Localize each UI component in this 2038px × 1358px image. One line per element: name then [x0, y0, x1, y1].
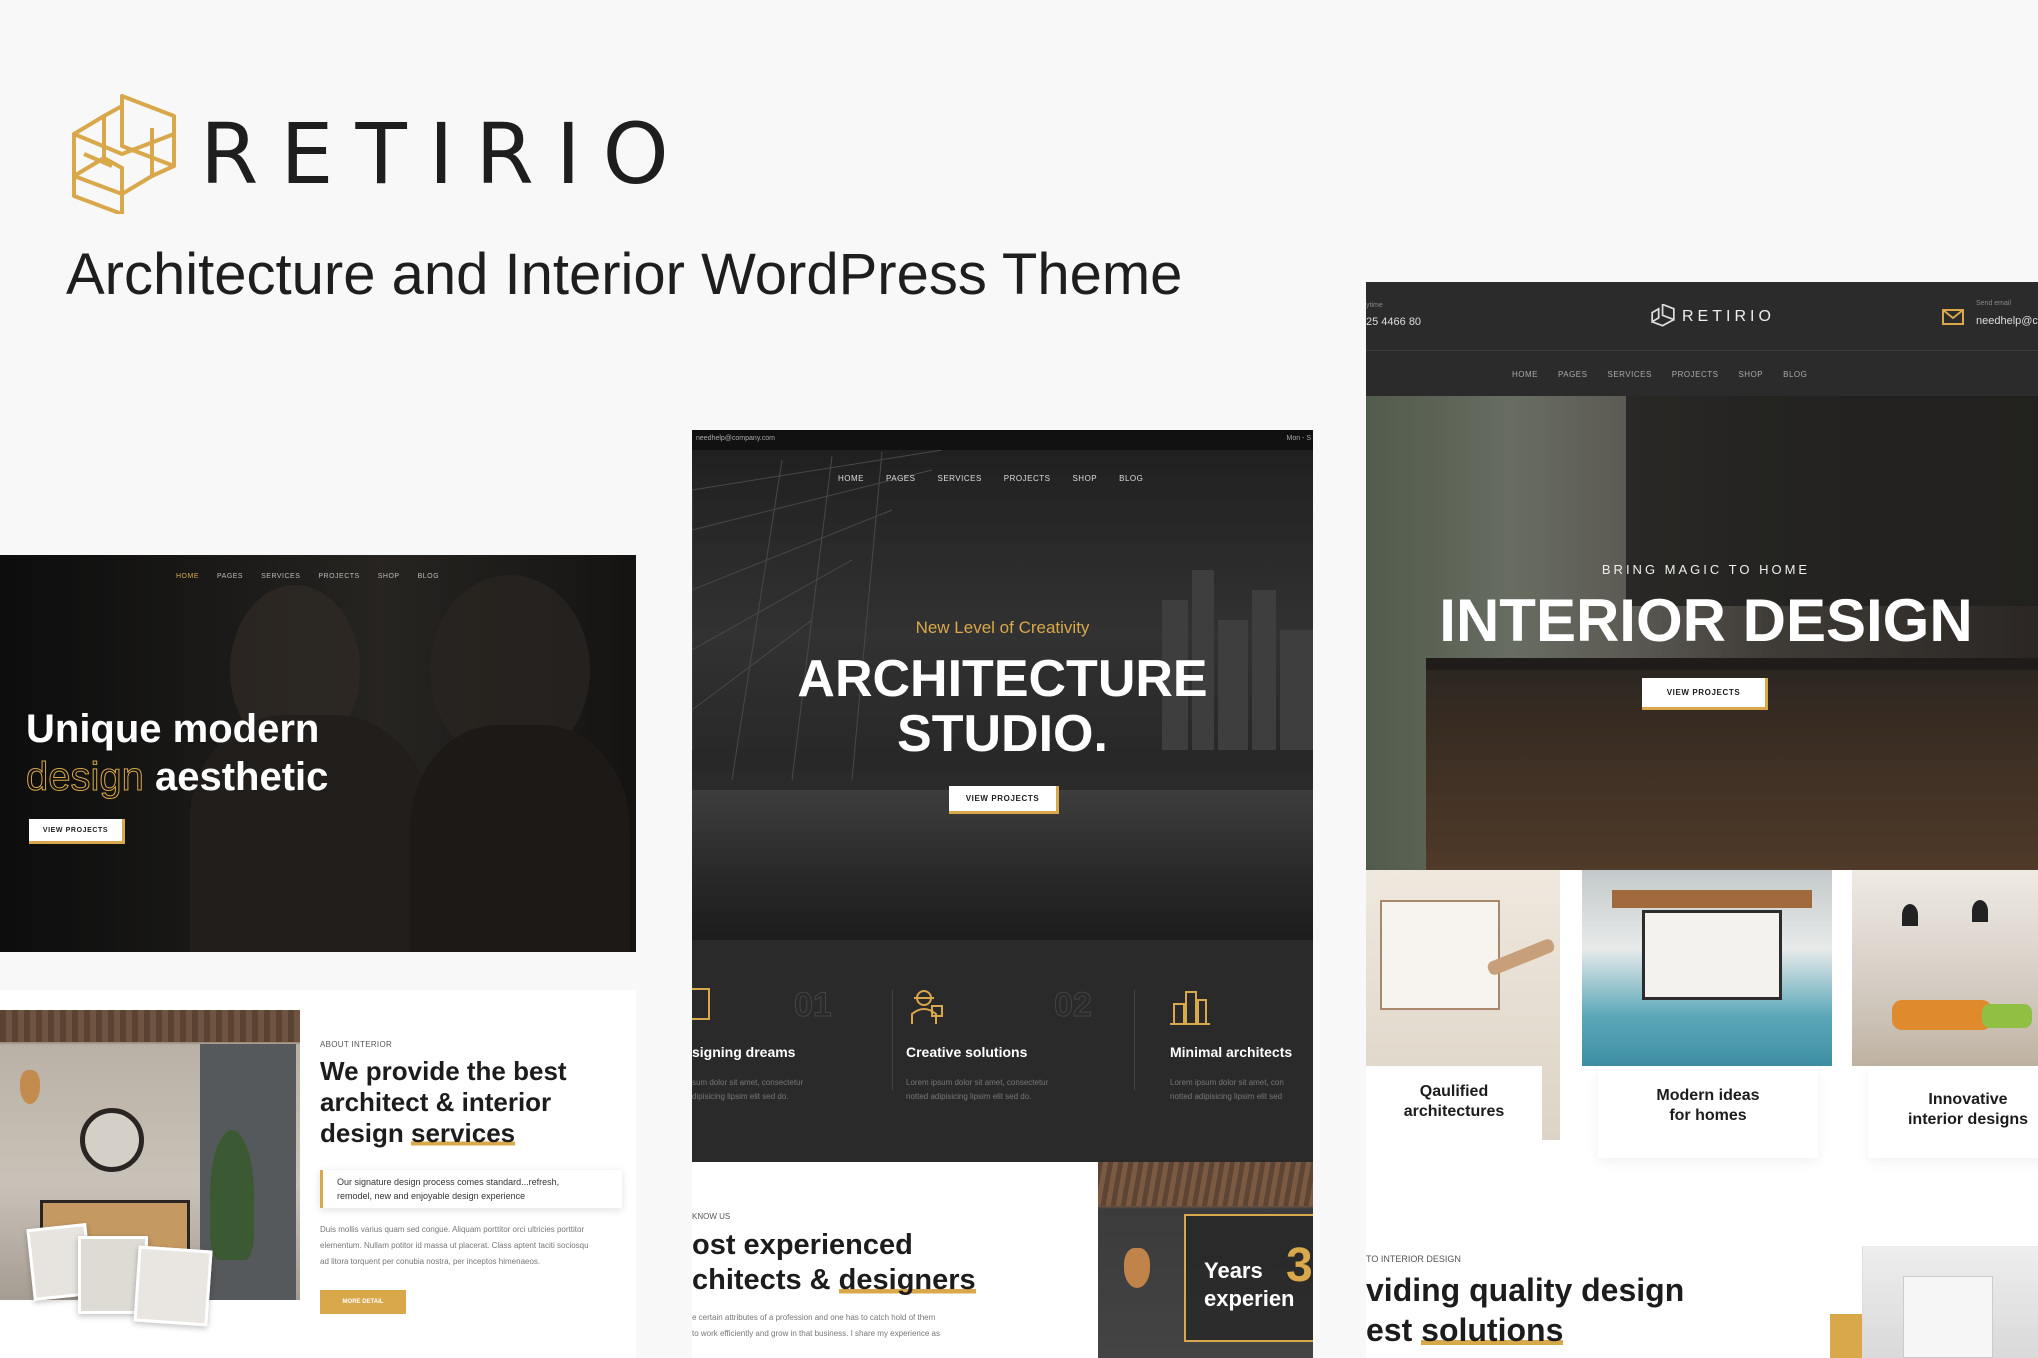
nav-home[interactable]: HOME — [1512, 370, 1538, 379]
feature-text: sum dolor sit amet, consectetur dipisici… — [692, 1076, 803, 1104]
feature-title: signing dreams — [692, 1044, 795, 1060]
brand-tagline: Architecture and Interior WordPress Them… — [66, 240, 1182, 310]
about-panel: ABOUT INTERIOR We provide the best archi… — [0, 990, 636, 1358]
about-body: Duis mollis varius quam sed congue. Aliq… — [320, 1222, 589, 1270]
service-cards: Qaulified architectures Modern ideas for… — [1366, 870, 2038, 1230]
service-card[interactable]: Innovative interior designs — [1868, 1066, 2038, 1158]
topbar-hours: Mon - S — [1286, 435, 1311, 442]
right-hero: BRING MAGIC TO HOME INTERIOR DESIGN VIEW… — [1366, 396, 2038, 870]
nav-services[interactable]: SERVICES — [1607, 370, 1651, 379]
center-topbar: needhelp@company.com Mon - S — [692, 430, 1313, 450]
center-features: 01 02 signing dreams Creative solutions … — [692, 940, 1313, 1162]
right-hero-title: INTERIOR DESIGN — [1366, 586, 2038, 656]
left-hero-title: Unique modern design aesthetic — [26, 705, 328, 801]
years-photo: Years 3 experien — [1098, 1162, 1313, 1358]
service-card[interactable]: Modern ideas for homes — [1598, 1066, 1818, 1158]
nav-shop[interactable]: SHOP — [1738, 370, 1763, 379]
left-hero-panel: HOME PAGES SERVICES PROJECTS SHOP BLOG U… — [0, 555, 636, 952]
photo-stack — [30, 1226, 210, 1326]
right-bottom-title: viding quality design est solutions — [1366, 1270, 1684, 1350]
brand-name: RETIRIO — [200, 106, 691, 202]
more-detail-button[interactable]: MORE DETAIL — [320, 1290, 406, 1314]
about-quote-box: Our signature design process comes stand… — [320, 1170, 622, 1208]
feature-text: Lorem ipsum dolor sit amet, con notted a… — [1170, 1076, 1284, 1104]
nav-services[interactable]: SERVICES — [937, 474, 981, 483]
know-eyebrow: KNOW US — [692, 1212, 730, 1221]
cube-logo-icon — [64, 94, 184, 214]
center-hero-title: ARCHITECTURE STUDIO. — [692, 652, 1313, 762]
nav-blog[interactable]: BLOG — [1119, 474, 1143, 483]
feature-title: Minimal architects — [1170, 1044, 1292, 1060]
buildings-icon — [1170, 986, 1210, 1026]
feature-text: Lorem ipsum dolor sit amet, consectetur … — [906, 1076, 1048, 1104]
email-label: Send email — [1976, 300, 2011, 307]
right-logo: RETIRIO — [1650, 304, 1775, 330]
nav-pages[interactable]: PAGES — [217, 573, 243, 580]
service-card[interactable]: Qaulified architectures — [1366, 1066, 1542, 1140]
nav-projects[interactable]: PROJECTS — [1672, 370, 1719, 379]
center-panel: needhelp@company.com Mon - S HOME PAGES … — [692, 430, 1313, 1358]
nav-services[interactable]: SERVICES — [261, 573, 300, 580]
phone-label: ytime — [1366, 302, 1383, 309]
brand-logo — [64, 94, 184, 214]
right-panel: ytime 25 4466 80 RETIRIO Send email need… — [1366, 282, 2038, 1358]
center-nav: HOME PAGES SERVICES PROJECTS SHOP BLOG — [838, 474, 1143, 483]
nav-projects[interactable]: PROJECTS — [1004, 474, 1051, 483]
feature-number: 02 — [1054, 986, 1092, 1025]
builder-icon — [906, 986, 946, 1026]
right-bottom-eyebrow: TO INTERIOR DESIGN — [1366, 1254, 1461, 1264]
card-photo-interior — [1852, 870, 2038, 1066]
nav-blog[interactable]: BLOG — [418, 573, 439, 580]
know-title: ost experienced chitects & designers — [692, 1228, 976, 1298]
topbar-email[interactable]: needhelp@company.com — [696, 435, 775, 442]
card-photo-villa — [1582, 870, 1832, 1066]
email-address[interactable]: needhelp@c — [1976, 315, 2038, 327]
cube-logo-icon — [1650, 304, 1676, 330]
nav-pages[interactable]: PAGES — [886, 474, 915, 483]
feature-number: 01 — [794, 986, 832, 1025]
center-hero: needhelp@company.com Mon - S HOME PAGES … — [692, 430, 1313, 940]
nav-shop[interactable]: SHOP — [378, 573, 400, 580]
nav-blog[interactable]: BLOG — [1783, 370, 1807, 379]
left-view-projects-button[interactable]: VIEW PROJECTS — [29, 819, 125, 844]
center-eyebrow: New Level of Creativity — [692, 618, 1313, 638]
right-view-projects-button[interactable]: VIEW PROJECTS — [1642, 678, 1768, 710]
about-title: We provide the best architect & interior… — [320, 1056, 567, 1149]
right-header: ytime 25 4466 80 RETIRIO Send email need… — [1366, 282, 2038, 396]
nav-shop[interactable]: SHOP — [1072, 474, 1097, 483]
nav-home[interactable]: HOME — [838, 474, 864, 483]
phone-number[interactable]: 25 4466 80 — [1366, 316, 1421, 328]
know-us-section: KNOW US ost experienced chitects & desig… — [692, 1162, 1313, 1358]
center-view-projects-button[interactable]: VIEW PROJECTS — [949, 786, 1059, 814]
round-mirror — [80, 1108, 144, 1172]
about-eyebrow: ABOUT INTERIOR — [320, 1040, 392, 1049]
nav-home[interactable]: HOME — [176, 573, 199, 580]
nav-projects[interactable]: PROJECTS — [318, 573, 359, 580]
right-nav: HOME PAGES SERVICES PROJECTS SHOP BLOG — [1512, 370, 1807, 379]
right-eyebrow: BRING MAGIC TO HOME — [1366, 562, 2038, 577]
nav-pages[interactable]: PAGES — [1558, 370, 1587, 379]
right-bottom-section: TO INTERIOR DESIGN viding quality design… — [1366, 1230, 2038, 1358]
feature-title: Creative solutions — [906, 1044, 1027, 1060]
years-box: Years 3 experien — [1184, 1214, 1313, 1342]
right-bottom-photo — [1862, 1246, 2038, 1358]
left-nav: HOME PAGES SERVICES PROJECTS SHOP BLOG — [176, 573, 439, 580]
know-body: e certain attributes of a profession and… — [692, 1310, 940, 1342]
mail-icon — [1942, 306, 1964, 326]
